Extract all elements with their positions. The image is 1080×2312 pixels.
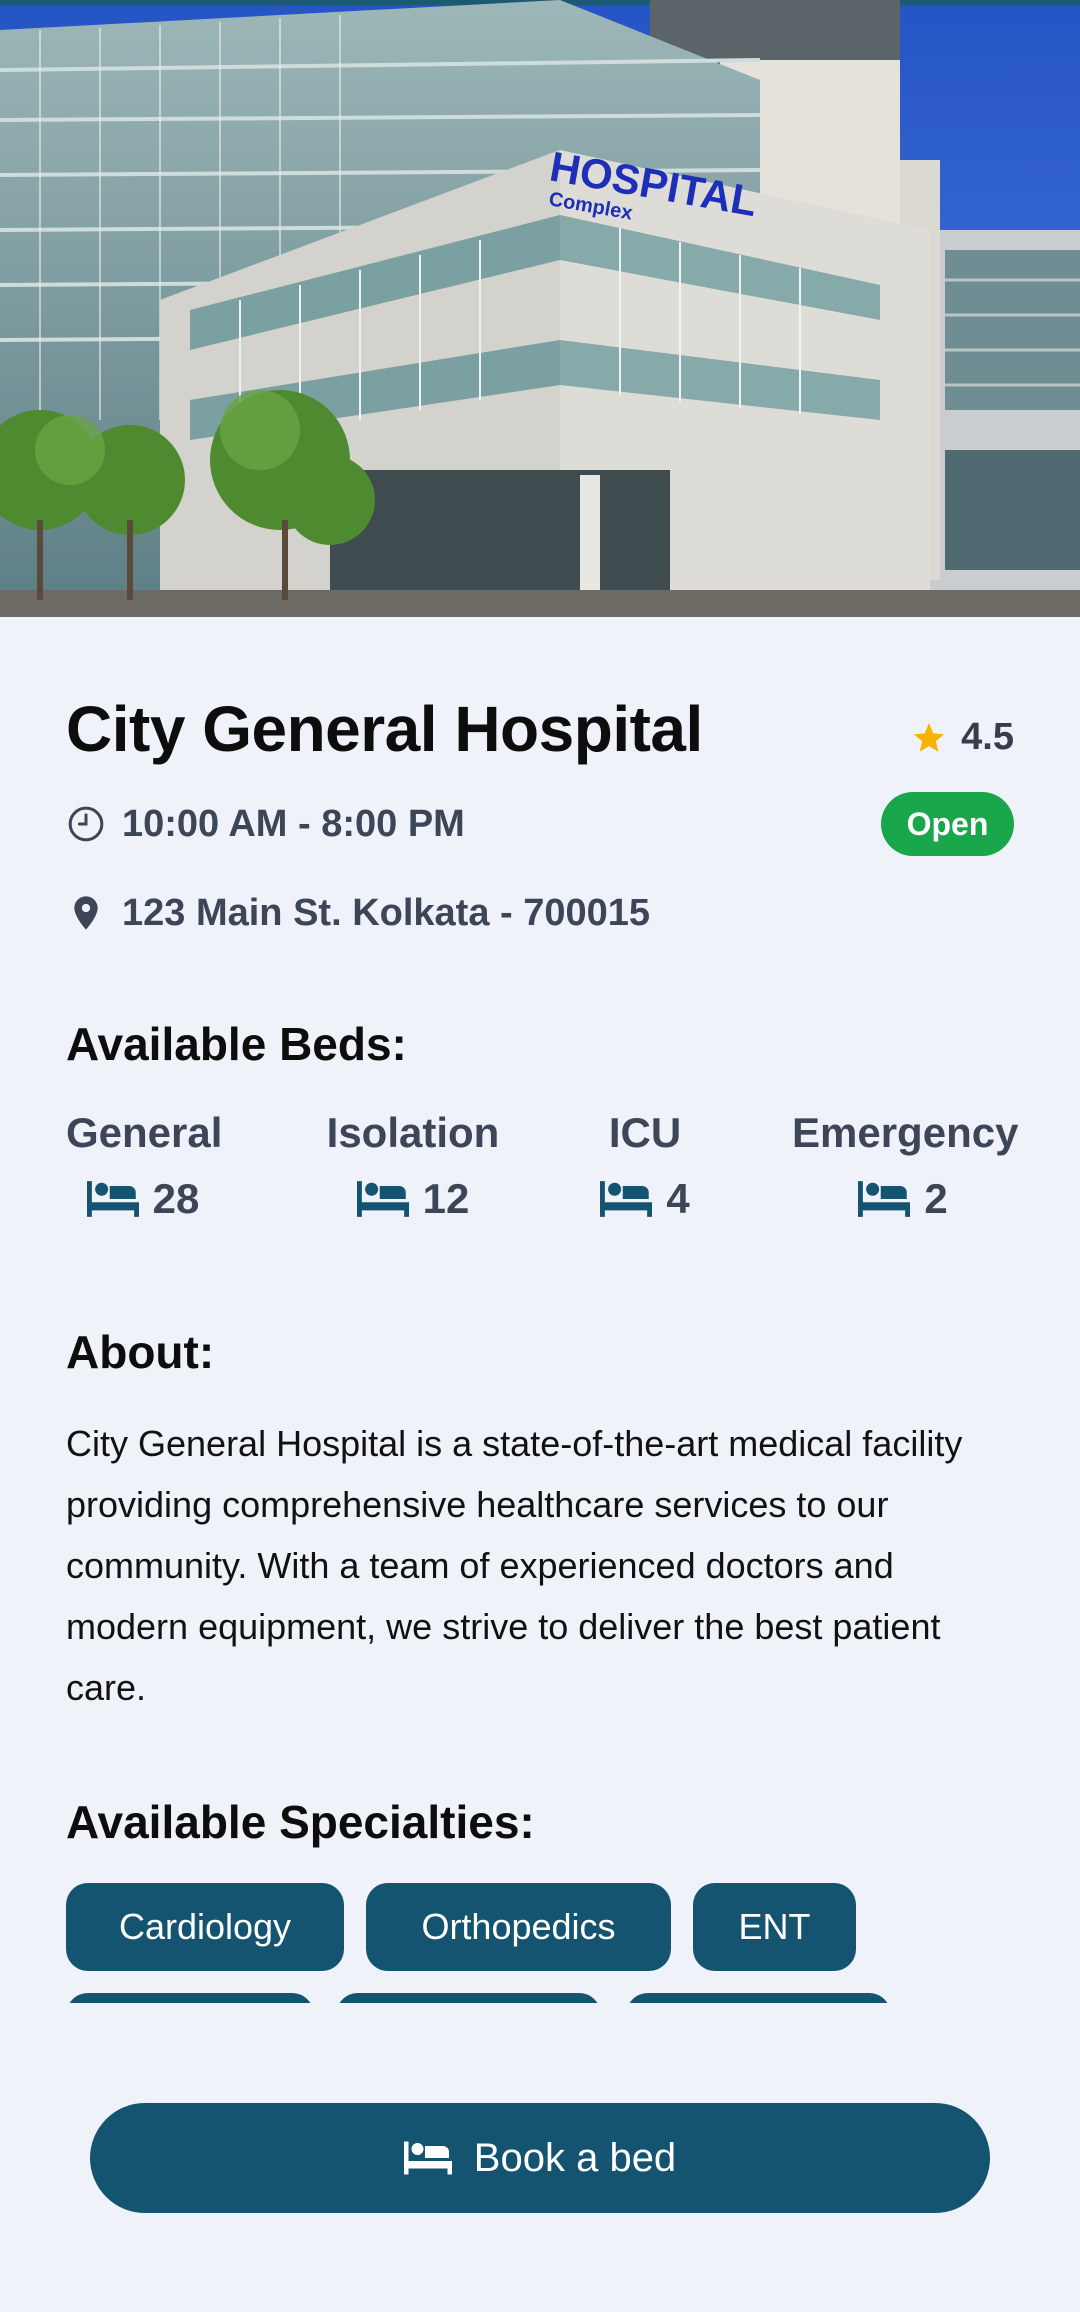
bed-icon bbox=[86, 1181, 139, 1217]
bed-icon bbox=[858, 1181, 911, 1217]
status-badge: Open bbox=[881, 792, 1014, 856]
about-heading: About: bbox=[66, 1326, 215, 1378]
specialty-chip-ent[interactable]: ENT bbox=[693, 1883, 856, 1971]
bed-icon bbox=[403, 2141, 452, 2175]
specialties-list: Cardiology Orthopedics ENT bbox=[66, 1883, 1014, 2003]
bed-count: 12 bbox=[422, 1175, 470, 1222]
bed-count: 2 bbox=[924, 1175, 948, 1222]
bed-type-isolation: Isolation 12 bbox=[323, 1109, 503, 1223]
location-pin-icon bbox=[74, 896, 98, 930]
address-row: 123 Main St. Kolkata - 700015 bbox=[66, 881, 1014, 945]
rating-value: 4.5 bbox=[961, 716, 1014, 758]
bed-icon bbox=[356, 1181, 409, 1217]
rating: 4.5 bbox=[911, 716, 1014, 759]
star-icon bbox=[914, 722, 945, 752]
bed-type-label: ICU bbox=[608, 1109, 682, 1156]
specialty-chip-partial[interactable] bbox=[336, 1993, 601, 2003]
bed-type-general: General 28 bbox=[66, 1109, 223, 1223]
specialty-chip-cardiology[interactable]: Cardiology bbox=[66, 1883, 344, 1971]
title-row: City General Hospital 4.5 bbox=[66, 692, 1014, 772]
about-text: City General Hospital is a state-of-the-… bbox=[66, 1423, 963, 1708]
specialty-chip-partial[interactable] bbox=[626, 1993, 891, 2003]
clock-icon bbox=[68, 806, 104, 842]
bed-type-label: General bbox=[66, 1109, 223, 1156]
specialties-heading: Available Specialties: bbox=[66, 1796, 535, 1848]
book-bed-button[interactable]: Book a bed bbox=[90, 2103, 990, 2213]
specialty-chip-partial[interactable] bbox=[66, 1993, 314, 2003]
hours-text: 10:00 AM - 8:00 PM bbox=[122, 802, 465, 845]
beds-list: General 28 Isolation 12 ICU 4 Emergency … bbox=[66, 1109, 1019, 1249]
bed-count: 28 bbox=[152, 1175, 200, 1222]
book-bed-label: Book a bed bbox=[473, 2135, 677, 2180]
bed-count: 4 bbox=[666, 1175, 690, 1222]
beds-heading: Available Beds: bbox=[66, 1018, 407, 1070]
hours-row: 10:00 AM - 8:00 PM bbox=[66, 792, 1014, 856]
bed-type-label: Emergency bbox=[792, 1109, 1019, 1156]
hospital-photo: HOSPITAL Complex bbox=[0, 0, 1080, 617]
bed-type-label: Isolation bbox=[326, 1109, 500, 1156]
bed-type-emergency: Emergency 2 bbox=[792, 1109, 1019, 1223]
bed-icon bbox=[600, 1181, 653, 1217]
bed-type-icu: ICU 4 bbox=[595, 1109, 695, 1223]
specialty-chip-orthopedics[interactable]: Orthopedics bbox=[366, 1883, 671, 1971]
hospital-name: City General Hospital bbox=[66, 693, 703, 765]
address-text: 123 Main St. Kolkata - 700015 bbox=[122, 891, 651, 934]
